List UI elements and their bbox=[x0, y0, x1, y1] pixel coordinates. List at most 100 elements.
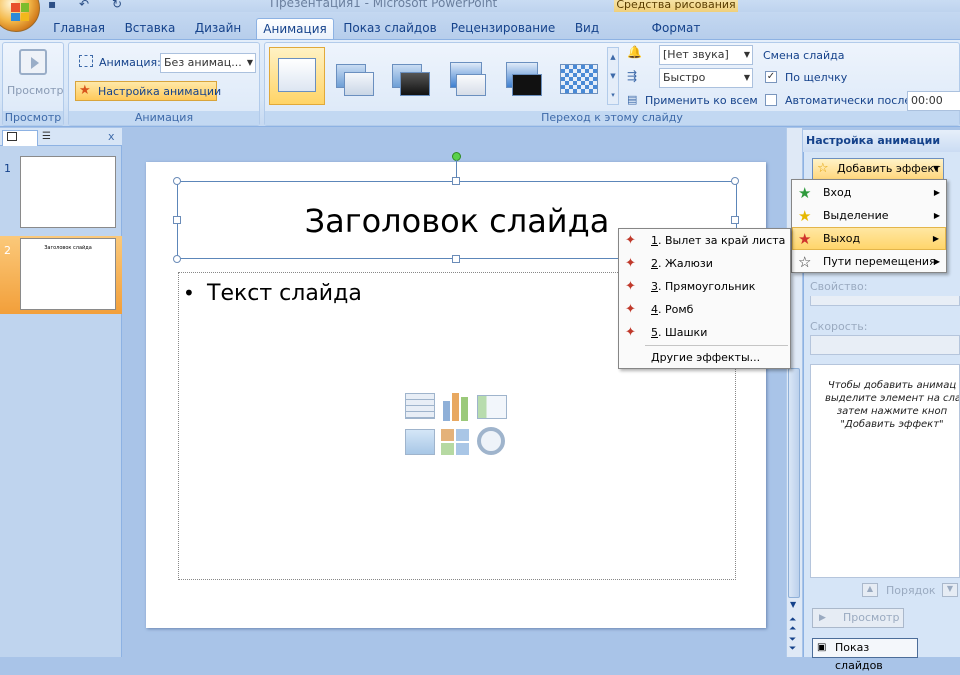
save-icon[interactable]: ▪ bbox=[48, 0, 56, 11]
info-line: затем нажмите кноп bbox=[836, 406, 948, 417]
submenu-arrow-icon: ▶ bbox=[933, 188, 940, 197]
slide-thumbnail-1[interactable] bbox=[20, 156, 116, 228]
tab-review[interactable]: Рецензирование bbox=[450, 18, 556, 40]
slide-number-2: 2 bbox=[4, 244, 11, 257]
tab-view[interactable]: Вид bbox=[566, 18, 608, 40]
redo-icon[interactable]: ↻ bbox=[112, 0, 122, 11]
prev-slide-icon[interactable]: ⏶ ⏶ bbox=[789, 616, 796, 634]
on-click-label: По щелчку bbox=[785, 71, 848, 84]
tab-home[interactable]: Главная bbox=[48, 18, 110, 40]
exit-effect-fly-out[interactable]: ✦ 1. Вылет за край листа bbox=[619, 229, 790, 252]
insert-chart-icon[interactable] bbox=[441, 391, 471, 421]
property-field bbox=[810, 296, 960, 306]
speed-label: Скорость: bbox=[810, 320, 868, 333]
next-slide-icon[interactable]: ⏷ ⏷ bbox=[789, 636, 796, 654]
add-effect-button[interactable]: ☆ Добавить эффект ▼ bbox=[812, 158, 944, 180]
ribbon-tabs: Главная Вставка Дизайн Анимация Показ сл… bbox=[0, 12, 960, 40]
custom-animation-button[interactable]: ★ Настройка анимации bbox=[75, 81, 221, 101]
tab-slides[interactable] bbox=[2, 130, 38, 146]
preview-icon bbox=[19, 49, 47, 75]
custom-animation-icon: ★ bbox=[79, 83, 91, 98]
resize-handle-icon[interactable] bbox=[173, 177, 181, 185]
scrollbar-thumb[interactable] bbox=[788, 368, 800, 598]
insert-smartart-icon[interactable] bbox=[477, 395, 507, 419]
resize-handle-icon[interactable] bbox=[452, 255, 460, 263]
insert-picture-icon[interactable] bbox=[405, 429, 435, 455]
slide-thumbnail-2-title: Заголовок слайда bbox=[44, 245, 92, 251]
effect-number: 2 bbox=[651, 257, 658, 270]
resize-handle-icon[interactable] bbox=[173, 255, 181, 263]
slides-pane-tabs: ☰ x bbox=[0, 128, 122, 146]
resize-handle-icon[interactable] bbox=[173, 216, 181, 224]
auto-after-checkbox[interactable] bbox=[765, 94, 777, 106]
animation-select[interactable]: Без анимац... ▼ bbox=[160, 53, 256, 73]
insert-media-icon[interactable] bbox=[477, 427, 505, 455]
move-down-icon[interactable]: ▼ bbox=[942, 583, 958, 597]
preview-button[interactable]: Просмотр bbox=[7, 84, 63, 97]
chevron-down-icon: ▼ bbox=[933, 164, 940, 173]
menu-item-motion-paths[interactable]: ☆ Пути перемещения ▶ bbox=[792, 250, 946, 273]
effect-label: . Вылет за край листа bbox=[658, 234, 786, 247]
menu-item-emphasis[interactable]: ★ Выделение ▶ bbox=[792, 204, 946, 227]
transition-group-label: Переход к этому слайду bbox=[265, 111, 959, 125]
transition-fade-2[interactable] bbox=[385, 53, 439, 103]
tab-format[interactable]: Формат bbox=[640, 18, 712, 40]
outline-tab-icon: ☰ bbox=[42, 131, 51, 142]
rotate-handle-line bbox=[456, 160, 457, 178]
tab-insert[interactable]: Вставка bbox=[118, 18, 182, 40]
ribbon: Просмотр Просмотр Анимация: Без анимац..… bbox=[0, 39, 960, 127]
close-pane-icon[interactable]: x bbox=[108, 130, 115, 143]
auto-after-input[interactable]: 00:00 bbox=[907, 91, 960, 111]
exit-effect-checkerboard[interactable]: ✦ 5. Шашки bbox=[619, 321, 790, 344]
custom-animation-label: Настройка анимации bbox=[98, 85, 222, 98]
sound-select[interactable]: [Нет звука] ▼ bbox=[659, 45, 753, 65]
task-pane-title: Настройка анимации bbox=[803, 130, 960, 152]
insert-table-icon[interactable] bbox=[405, 393, 435, 419]
info-line: "Добавить эффект" bbox=[840, 419, 944, 430]
scroll-down-icon[interactable]: ▼ bbox=[790, 600, 796, 609]
red-star-icon: ★ bbox=[798, 230, 812, 248]
menu-item-label: Выход bbox=[823, 232, 861, 245]
slide-thumbnail-2[interactable]: Заголовок слайда bbox=[20, 238, 116, 310]
preview-effect-button[interactable]: ▶ Просмотр bbox=[812, 608, 904, 628]
undo-icon[interactable]: ↶ bbox=[79, 0, 89, 11]
tab-slideshow[interactable]: Показ слайдов bbox=[340, 18, 440, 40]
apply-all-button[interactable]: Применить ко всем bbox=[645, 94, 758, 107]
menu-item-entrance[interactable]: ★ Вход ▶ bbox=[792, 181, 946, 204]
effect-number: 4 bbox=[651, 303, 658, 316]
exit-effect-diamond[interactable]: ✦ 4. Ромб bbox=[619, 298, 790, 321]
resize-handle-icon[interactable] bbox=[452, 177, 460, 185]
transition-push-2[interactable] bbox=[497, 53, 551, 103]
on-click-checkbox[interactable]: ✓ bbox=[765, 71, 777, 83]
chevron-down-icon: ▼ bbox=[743, 73, 750, 82]
red-star-icon: ✦ bbox=[625, 302, 636, 317]
transition-checkerboard[interactable] bbox=[553, 53, 607, 103]
transition-none[interactable] bbox=[269, 47, 325, 105]
resize-handle-icon[interactable] bbox=[731, 177, 739, 185]
slideshow-button[interactable]: ▣ Показ слайдов bbox=[812, 638, 918, 672]
animation-label: Анимация: bbox=[99, 56, 161, 69]
speed-select[interactable]: Быстро ▼ bbox=[659, 68, 753, 88]
tab-animation[interactable]: Анимация bbox=[256, 18, 334, 40]
tab-design[interactable]: Дизайн bbox=[188, 18, 248, 40]
green-star-icon: ★ bbox=[798, 184, 812, 202]
move-up-icon[interactable]: ▲ bbox=[862, 583, 878, 597]
quick-access-toolbar[interactable]: ▪ ↶ ↻ bbox=[48, 0, 122, 11]
submenu-arrow-icon: ▶ bbox=[933, 257, 940, 266]
more-effects-item[interactable]: Другие эффекты... bbox=[619, 346, 790, 369]
slides-tab-icon bbox=[7, 132, 17, 141]
animation-group: Анимация: Без анимац... ▼ ★ Настройка ани… bbox=[68, 42, 260, 126]
preview-effect-label: Просмотр bbox=[843, 611, 900, 624]
gallery-scroll[interactable]: ▲ ▼ ▾ bbox=[607, 47, 619, 105]
tab-outline[interactable]: ☰ bbox=[42, 131, 72, 145]
exit-effects-submenu: ✦ 1. Вылет за край листа ✦ 2. Жалюзи ✦ 3… bbox=[618, 228, 791, 369]
body-text[interactable]: Текст слайда bbox=[207, 281, 362, 306]
transition-fade-1[interactable] bbox=[329, 53, 383, 103]
exit-effect-box[interactable]: ✦ 3. Прямоугольник bbox=[619, 275, 790, 298]
menu-item-label: Выделение bbox=[823, 209, 889, 222]
resize-handle-icon[interactable] bbox=[731, 216, 739, 224]
exit-effect-blinds[interactable]: ✦ 2. Жалюзи bbox=[619, 252, 790, 275]
insert-clipart-icon[interactable] bbox=[441, 429, 469, 455]
transition-push-1[interactable] bbox=[441, 53, 495, 103]
menu-item-exit[interactable]: ★ Выход ▶ bbox=[792, 227, 946, 250]
